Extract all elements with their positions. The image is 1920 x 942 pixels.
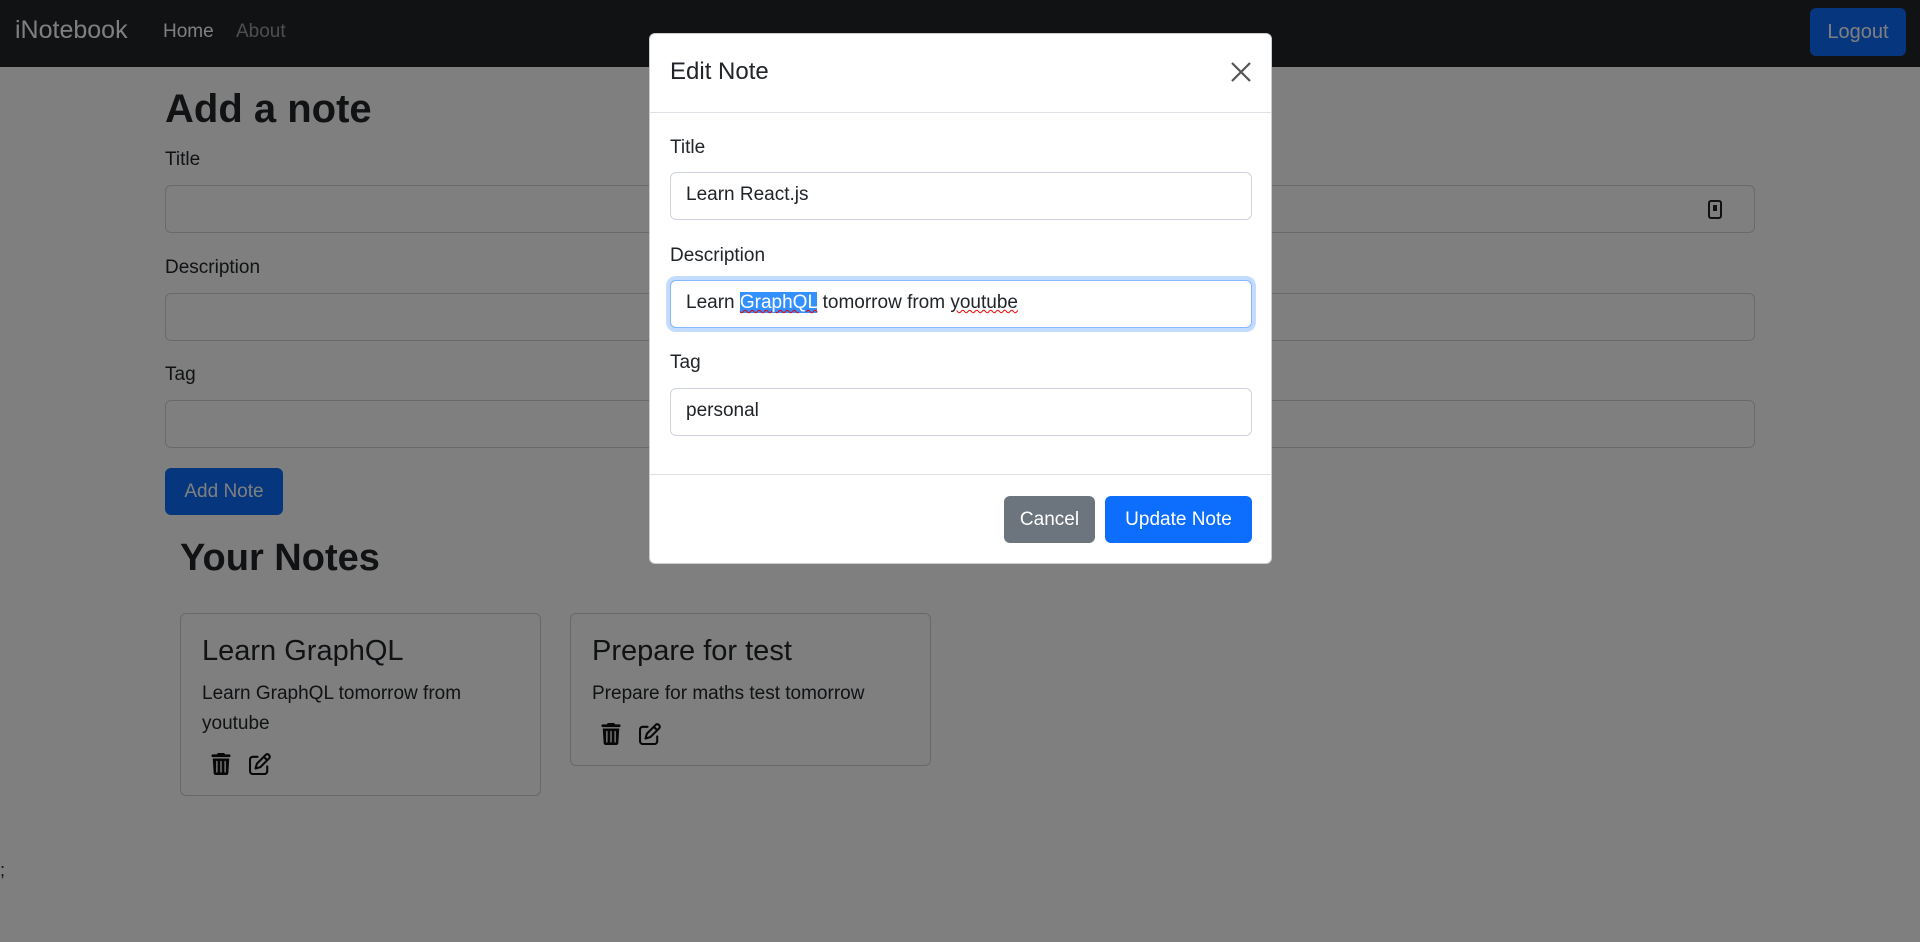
edit-tag-input[interactable]: personal — [670, 388, 1252, 436]
edit-tag-label: Tag — [670, 352, 701, 373]
close-icon[interactable] — [1229, 60, 1253, 84]
modal-header: Edit Note — [650, 34, 1271, 113]
description-text-middle: tomorrow from — [817, 292, 951, 313]
edit-title-input[interactable]: Learn React.js — [670, 172, 1252, 220]
edit-title-label: Title — [670, 137, 706, 158]
description-text-before: Learn — [686, 292, 740, 313]
update-note-button[interactable]: Update Note — [1105, 496, 1252, 543]
edit-description-input[interactable]: Learn GraphQL tomorrow from youtube — [670, 280, 1252, 328]
modal-title: Edit Note — [670, 58, 769, 85]
modal-footer: Cancel Update Note — [650, 474, 1271, 564]
misspelled-word: youtube — [950, 292, 1018, 313]
selected-text: GraphQL — [739, 292, 818, 313]
edit-description-label: Description — [670, 245, 766, 266]
edit-note-modal: Edit Note Title Learn React.js Descripti… — [649, 33, 1272, 564]
cancel-button[interactable]: Cancel — [1004, 496, 1095, 543]
